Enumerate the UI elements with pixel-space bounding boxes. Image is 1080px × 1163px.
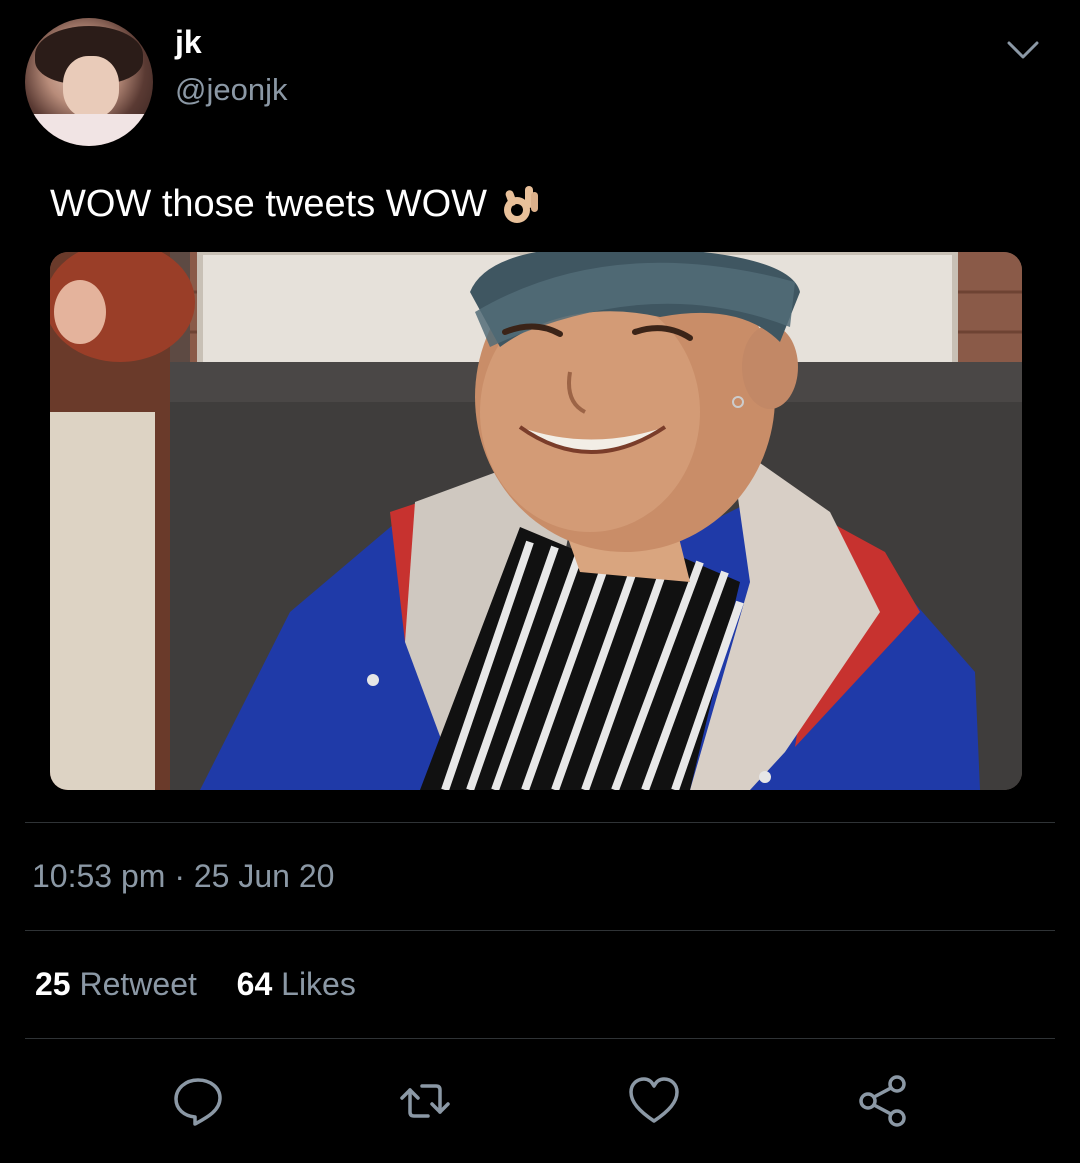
likes-count: 64 [236,966,273,1002]
reply-icon[interactable] [171,1074,225,1128]
divider-top [25,822,1055,823]
tweet-media-image[interactable] [50,252,1022,790]
retweets-label: Retweet [79,966,197,1002]
heart-icon[interactable] [627,1074,681,1128]
likes-label: Likes [281,966,356,1002]
divider-bottom [25,1038,1055,1039]
author-display-name[interactable]: jk [175,24,202,61]
tweet-text-container: WOW those tweets WOW [50,182,541,226]
likes-stat[interactable]: 64 Likes [237,966,356,1002]
chevron-down-icon[interactable] [1003,30,1043,70]
retweet-icon[interactable] [398,1074,452,1128]
share-icon[interactable] [856,1074,910,1128]
tweet-timestamp: 10:53 pm · 25 Jun 20 [32,858,335,894]
tweet-text: WOW those tweets WOW [50,182,488,225]
divider-middle [25,930,1055,931]
tweet-photo [50,252,1022,790]
retweets-stat[interactable]: 25 Retweet [35,966,206,1002]
avatar[interactable] [25,18,153,146]
retweets-count: 25 [35,966,71,1002]
tweet-stats: 25 Retweet 64 Likes [35,966,356,1003]
avatar-face [63,56,119,118]
avatar-arm [25,114,153,146]
ok-hand-emoji-icon [504,186,539,223]
author-handle[interactable]: @jeonjk [175,72,287,108]
